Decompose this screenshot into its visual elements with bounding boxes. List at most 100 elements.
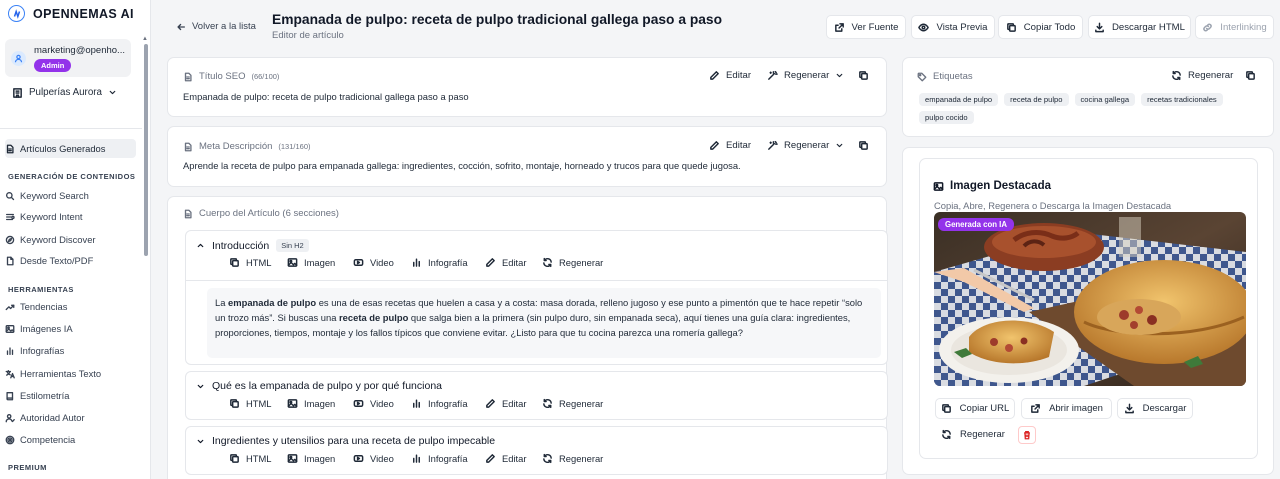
translate-icon [5, 369, 15, 379]
meta-regenerate-button[interactable]: Regenerar [767, 140, 844, 151]
html-button[interactable]: HTML [229, 398, 287, 409]
pencil-icon [709, 70, 720, 81]
user-card[interactable]: marketing@openho... Admin [5, 39, 131, 77]
external-link-icon [834, 22, 845, 33]
copy-icon [229, 398, 240, 409]
tags-regenerate-button[interactable]: Regenerar [1171, 70, 1233, 81]
logo-icon [8, 5, 25, 22]
regenerar-button[interactable]: Regenerar [542, 453, 603, 464]
section-header[interactable]: Qué es la empanada de pulpo y por qué fu… [196, 380, 442, 392]
copiar-todo-button[interactable]: Copiar Todo [998, 15, 1083, 39]
editar-button[interactable]: Editar [485, 453, 542, 464]
regenerar-button[interactable]: Regenerar [542, 398, 603, 409]
refresh-icon [542, 453, 553, 464]
open-image-button[interactable]: Abrir imagen [1021, 398, 1112, 419]
sidebar-item-tendencias[interactable]: Tendencias [5, 297, 136, 316]
tag-chip[interactable]: pulpo cocido [919, 111, 974, 124]
seo-regen-label: Regenerar [784, 70, 830, 81]
seo-regenerate-button[interactable]: Regenerar [767, 70, 844, 81]
sidebar-item-herramientas-texto[interactable]: Herramientas Texto [5, 364, 136, 383]
meta-copy-button[interactable] [858, 140, 869, 151]
regenerar-button[interactable]: Regenerar [542, 257, 603, 268]
html-button[interactable]: HTML [229, 453, 287, 464]
seo-edit-button[interactable]: Editar [709, 70, 751, 81]
ver-fuente-button[interactable]: Ver Fuente [826, 15, 906, 39]
search-icon [5, 191, 15, 201]
ver-fuente-label: Ver Fuente [851, 21, 899, 33]
sidebar-item-autoridad-autor[interactable]: Autoridad Autor [5, 408, 136, 427]
pencil-icon [485, 398, 496, 409]
html-label: HTML [246, 398, 272, 409]
editar-button[interactable]: Editar [485, 398, 542, 409]
regenerate-image-button[interactable]: Regenerar [935, 424, 1011, 445]
regenerate-image-label: Regenerar [960, 429, 1005, 440]
tags-copy-button[interactable] [1245, 70, 1256, 81]
imagen-button[interactable]: Imagen [287, 453, 353, 464]
section-header[interactable]: Introducción Sin H2 [196, 239, 309, 252]
imagen-button[interactable]: Imagen [287, 257, 353, 268]
sidebar-item-competencia[interactable]: Competencia [5, 430, 136, 449]
image-icon [287, 398, 298, 409]
video-button[interactable]: Video [353, 398, 411, 409]
video-button[interactable]: Video [353, 257, 411, 268]
section-actions: HTML Imagen Video Infografía Editar Rege… [229, 257, 603, 268]
sidebar-item-keyword-discover[interactable]: Keyword Discover [5, 230, 136, 249]
video-icon [353, 453, 364, 464]
html-button[interactable]: HTML [229, 257, 287, 268]
nav-heading-generacion: GENERACIÓN DE CONTENIDOS [8, 172, 136, 181]
back-link[interactable]: Volver a la lista [176, 21, 256, 32]
section-title: Introducción [212, 239, 270, 252]
delete-image-button[interactable] [1018, 426, 1036, 444]
sidebar-item-infografias[interactable]: Infografías [5, 341, 136, 360]
video-button[interactable]: Video [353, 453, 411, 464]
seo-copy-button[interactable] [858, 70, 869, 81]
sidebar-scrollbar[interactable] [143, 36, 148, 266]
descargar-html-button[interactable]: Descargar HTML [1088, 15, 1191, 39]
scrollbar-thumb[interactable] [144, 44, 148, 256]
sidebar-item-desde-texto-pdf[interactable]: Desde Texto/PDF [5, 251, 136, 270]
sidebar-item-keyword-search[interactable]: Keyword Search [5, 186, 136, 205]
sidebar-item-estilometria[interactable]: Estilometría [5, 386, 136, 405]
infografia-button[interactable]: Infografía [411, 257, 485, 268]
video-label: Video [370, 257, 394, 268]
sidebar-item-keyword-intent[interactable]: Keyword Intent [5, 207, 136, 226]
section-title: Qué es la empanada de pulpo y por qué fu… [212, 380, 443, 392]
tag-chip[interactable]: recetas tradicionales [1141, 93, 1223, 106]
section-content[interactable]: La empanada de pulpo es una de esas rece… [207, 288, 881, 358]
download-image-button[interactable]: Descargar [1117, 398, 1193, 419]
org-selector[interactable]: Pulperías Aurora [12, 87, 117, 98]
arrow-left-icon [176, 22, 186, 32]
refresh-icon [941, 429, 952, 440]
role-badge: Admin [34, 59, 72, 72]
infografia-button[interactable]: Infografía [411, 453, 485, 464]
infografia-button[interactable]: Infografía [411, 398, 485, 409]
tag-chip[interactable]: cocina gallega [1074, 93, 1136, 106]
empanada-photo [934, 212, 1246, 386]
featured-image[interactable]: Generada con IA [934, 212, 1246, 386]
imagen-button[interactable]: Imagen [287, 398, 353, 409]
sidebar-item-imagenes-ia[interactable]: Imágenes IA [5, 319, 136, 338]
meta-edit-button[interactable]: Editar [709, 140, 751, 151]
featured-image-panel: Imagen Destacada Copia, Abre, Regenera o… [902, 147, 1274, 475]
section-header[interactable]: Ingredientes y utensilios para una recet… [196, 435, 495, 447]
editar-button[interactable]: Editar [485, 257, 542, 268]
refresh-icon [1171, 70, 1182, 81]
infografia-label: Infografía [428, 257, 468, 268]
editar-label: Editar [502, 398, 527, 409]
paragraph-bold: empanada de pulpo [228, 297, 317, 308]
interlinking-button[interactable]: Interlinking [1195, 15, 1274, 39]
tag-chip[interactable]: receta de pulpo [1004, 93, 1069, 106]
pencil-icon [709, 140, 720, 151]
vista-previa-button[interactable]: Vista Previa [911, 15, 995, 39]
app-name: OPENNEMAS AI [33, 6, 134, 21]
seo-char-count: (66/100) [251, 72, 280, 81]
copy-url-button[interactable]: Copiar URL [935, 398, 1015, 419]
download-image-label: Descargar [1142, 403, 1187, 414]
pencil-icon [485, 257, 496, 268]
tag-chip[interactable]: empanada de pulpo [919, 93, 999, 106]
app-logo[interactable]: OPENNEMAS AI [8, 5, 134, 22]
section-actions: HTML Imagen Video Infografía Editar Rege… [229, 398, 603, 409]
sidebar-item-label: Herramientas Texto [20, 368, 102, 379]
sidebar-item-articulos-generados[interactable]: Artículos Generados [5, 139, 136, 158]
magic-wand-icon [767, 70, 778, 81]
